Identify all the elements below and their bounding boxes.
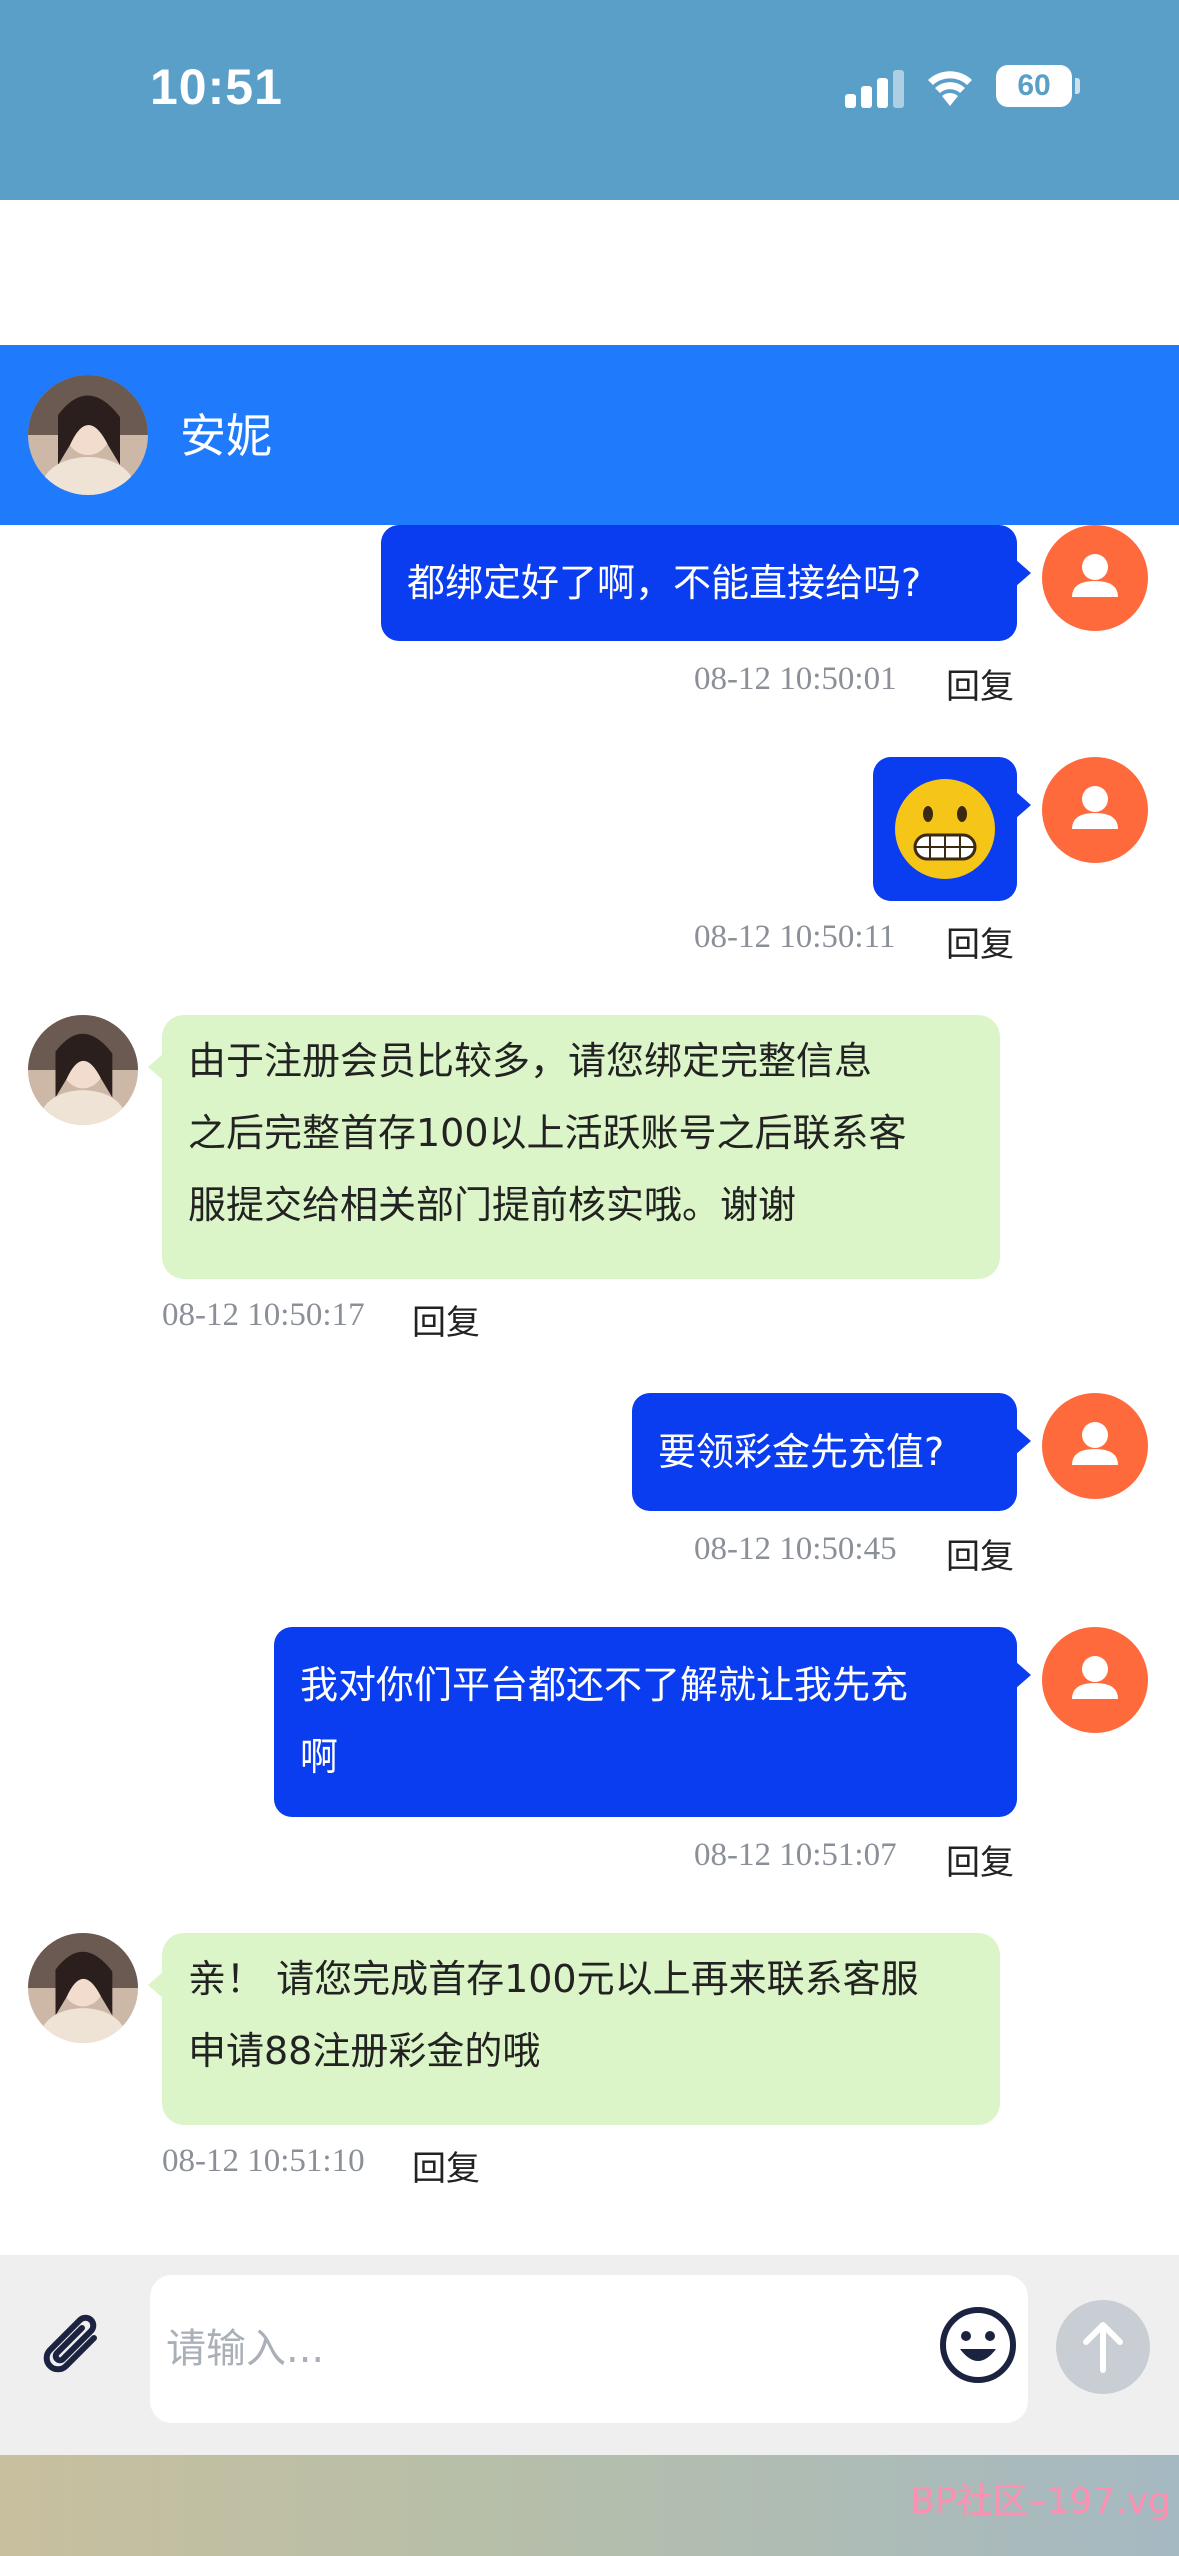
agent-message-bubble[interactable]: 由于注册会员比较多，请您绑定完整信息 之后完整首存100以上活跃账号之后联系客 … bbox=[148, 1015, 1000, 1279]
user-avatar[interactable] bbox=[1042, 1393, 1148, 1499]
message-timestamp: 08-12 10:51:10 bbox=[162, 2143, 365, 2179]
send-button[interactable] bbox=[1056, 2300, 1150, 2394]
arrow-up-icon bbox=[1083, 2322, 1123, 2373]
paperclip-icon[interactable] bbox=[36, 2308, 116, 2388]
battery-indicator: 60 bbox=[996, 65, 1072, 107]
reply-link[interactable]: 回复 bbox=[946, 1835, 1014, 1884]
user-icon bbox=[1072, 786, 1118, 829]
status-time: 10:51 bbox=[150, 59, 283, 115]
cellular-signal-icon bbox=[845, 68, 905, 108]
message-text: 要领彩金先充值? bbox=[658, 1430, 945, 1474]
message-line: 啊 bbox=[300, 1735, 339, 1779]
user-icon bbox=[1072, 1656, 1118, 1699]
message-line: 亲！ 请您完成首存100元以上再来联系客服 bbox=[188, 1957, 919, 2001]
agent-bar bbox=[0, 345, 1179, 525]
page-title: 在线客服 bbox=[473, 235, 706, 303]
user-message-bubble[interactable] bbox=[873, 757, 1031, 901]
message-timestamp: 08-12 10:51:07 bbox=[694, 1837, 897, 1873]
message-line: 之后完整首存100以上活跃账号之后联系客 bbox=[188, 1111, 907, 1155]
message-line: 申请88注册彩金的哦 bbox=[188, 2029, 541, 2073]
user-message-bubble[interactable]: 都绑定好了啊，不能直接给吗? bbox=[381, 525, 1031, 641]
agent-avatar[interactable] bbox=[28, 375, 148, 495]
emoji-icon[interactable] bbox=[938, 2305, 1018, 2385]
message-line: 由于注册会员比较多，请您绑定完整信息 bbox=[188, 1039, 873, 1083]
input-placeholder: 请输入... bbox=[166, 2326, 325, 2372]
agent-message-bubble[interactable]: 亲！ 请您完成首存100元以上再来联系客服 申请88注册彩金的哦 bbox=[148, 1933, 1000, 2125]
user-message-bubble[interactable]: 我对你们平台都还不了解就让我先充 啊 bbox=[274, 1627, 1031, 1817]
message-text: 都绑定好了啊，不能直接给吗? bbox=[407, 561, 922, 605]
message-timestamp: 08-12 10:50:01 bbox=[694, 661, 897, 697]
message-list[interactable]: 都绑定好了啊，不能直接给吗? 08-12 10:50:01 回复 08-12 1… bbox=[0, 525, 1179, 2255]
grimacing-emoji-icon bbox=[895, 779, 995, 879]
reply-link[interactable]: 回复 bbox=[946, 917, 1014, 966]
message-line: 我对你们平台都还不了解就让我先充 bbox=[300, 1663, 909, 1707]
user-avatar[interactable] bbox=[1042, 525, 1148, 631]
reply-link[interactable]: 回复 bbox=[412, 1295, 480, 1344]
reply-link[interactable]: 回复 bbox=[412, 2141, 480, 2190]
reply-link[interactable]: 回复 bbox=[946, 1529, 1014, 1578]
user-message-bubble[interactable]: 要领彩金先充值? bbox=[632, 1393, 1031, 1511]
message-timestamp: 08-12 10:50:11 bbox=[694, 919, 896, 955]
agent-name: 安妮 bbox=[180, 409, 272, 463]
user-icon bbox=[1072, 554, 1118, 597]
message-timestamp: 08-12 10:50:17 bbox=[162, 1297, 365, 1333]
watermark: BP社区–197.vg bbox=[910, 2481, 1171, 2522]
agent-avatar[interactable] bbox=[28, 1933, 138, 2043]
message-line: 服提交给相关部门提前核实哦。谢谢 bbox=[188, 1183, 797, 1227]
agent-avatar[interactable] bbox=[28, 1015, 138, 1125]
battery-cap bbox=[1075, 78, 1080, 94]
wifi-icon bbox=[928, 71, 972, 106]
user-avatar[interactable] bbox=[1042, 757, 1148, 863]
message-timestamp: 08-12 10:50:45 bbox=[694, 1531, 897, 1567]
reply-link[interactable]: 回复 bbox=[946, 659, 1014, 708]
user-avatar[interactable] bbox=[1042, 1627, 1148, 1733]
user-icon bbox=[1072, 1422, 1118, 1465]
